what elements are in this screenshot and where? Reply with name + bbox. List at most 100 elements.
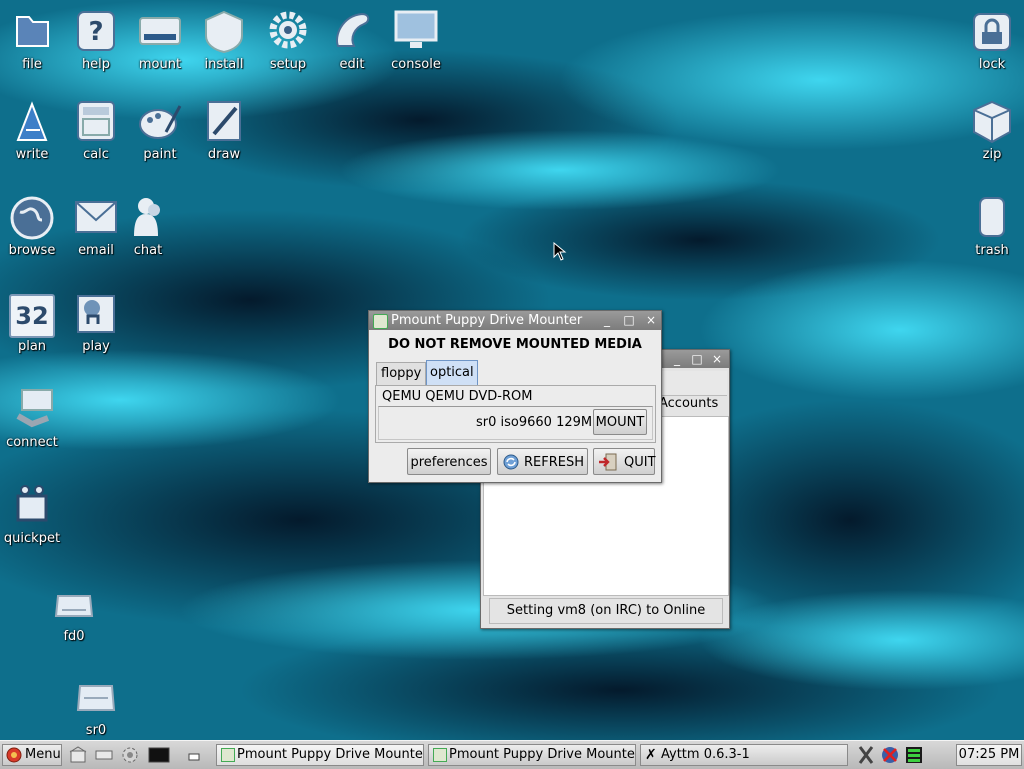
gear-icon bbox=[269, 11, 307, 49]
install-icon bbox=[205, 10, 243, 54]
desktop-icon-play[interactable]: play bbox=[64, 290, 128, 354]
exit-door-icon bbox=[599, 453, 617, 471]
paint-palette-icon bbox=[139, 105, 182, 139]
refresh-icon bbox=[503, 454, 519, 470]
lock-icon bbox=[973, 13, 1011, 51]
mount-button[interactable]: MOUNT bbox=[593, 409, 647, 435]
optical-tab-panel: QEMU QEMU DVD-ROM sr0 iso9660 129M MOUNT bbox=[375, 385, 656, 443]
desktop-icon-console[interactable]: console bbox=[384, 8, 448, 72]
desktop-icon-zip[interactable]: zip bbox=[960, 98, 1024, 162]
close-icon[interactable]: × bbox=[707, 350, 727, 369]
tab-floppy[interactable]: floppy bbox=[376, 362, 427, 385]
desktop-icon-label: lock bbox=[978, 57, 1006, 72]
optical-drive-icon bbox=[76, 685, 116, 711]
pmount-task-icon bbox=[221, 748, 235, 762]
task-label: Pmount Puppy Drive Mounter bbox=[449, 747, 636, 762]
desktop-icon-label: setup bbox=[269, 57, 307, 72]
pmount-window: Pmount Puppy Drive Mounter _ □ × DO NOT … bbox=[368, 310, 662, 483]
calendar-icon: 32 bbox=[9, 294, 55, 338]
tray-ayttm-icon[interactable] bbox=[856, 745, 876, 765]
desktop-icon-label: zip bbox=[982, 147, 1002, 162]
task-button-ayttm[interactable]: ✗ Ayttm 0.6.3-1 bbox=[640, 744, 848, 766]
desktop-icon-setup[interactable]: setup bbox=[256, 8, 320, 72]
globe-icon bbox=[10, 196, 54, 240]
desktop-icon-label: calc bbox=[83, 147, 109, 162]
monitor-icon bbox=[394, 10, 438, 48]
show-desktop-icon[interactable] bbox=[184, 745, 204, 765]
menu-button[interactable]: Menu bbox=[2, 744, 62, 766]
desktop-icon-calc[interactable]: calc bbox=[64, 98, 128, 162]
task-label: Ayttm 0.6.3-1 bbox=[661, 747, 750, 762]
drive-row: sr0 iso9660 129M MOUNT bbox=[378, 406, 653, 440]
calculator-icon bbox=[77, 101, 115, 141]
desktop-icon-write[interactable]: write bbox=[0, 98, 64, 162]
refresh-label: REFRESH bbox=[524, 455, 584, 470]
minimize-icon[interactable]: _ bbox=[597, 311, 617, 330]
desktop-icon-label: paint bbox=[143, 147, 177, 162]
maximize-icon[interactable]: □ bbox=[687, 350, 707, 369]
tab-optical[interactable]: optical bbox=[426, 360, 478, 385]
desktop-icon-label: play bbox=[82, 339, 110, 354]
email-icon bbox=[75, 201, 117, 233]
desktop-icon-label: sr0 bbox=[85, 723, 107, 738]
desktop-icon-label: edit bbox=[339, 57, 365, 72]
ayttm-accounts-tab[interactable]: Accounts bbox=[659, 394, 718, 414]
minimize-icon[interactable]: _ bbox=[667, 350, 687, 369]
maximize-icon[interactable]: □ bbox=[619, 311, 639, 330]
desktop-icon-trash[interactable]: trash bbox=[960, 194, 1024, 258]
desktop-icon-label: fd0 bbox=[63, 629, 85, 644]
clock[interactable]: 07:25 PM bbox=[956, 744, 1022, 766]
desktop-icon-connect[interactable]: connect bbox=[0, 386, 64, 450]
desktop-icon-help[interactable]: ? help bbox=[64, 8, 128, 72]
desktop-icon-label: plan bbox=[17, 339, 47, 354]
task-button-pmount-2[interactable]: Pmount Puppy Drive Mounter bbox=[428, 744, 636, 766]
desktop-icon-label: console bbox=[391, 57, 441, 72]
desktop-icon-paint[interactable]: paint bbox=[128, 98, 192, 162]
task-label: Pmount Puppy Drive Mounter bbox=[237, 747, 424, 762]
desktop-icon-edit[interactable]: edit bbox=[320, 8, 384, 72]
chat-icon bbox=[134, 198, 160, 236]
taskbar: Menu Pmount Puppy Drive Mounter Pmount P… bbox=[0, 740, 1024, 769]
quicklaunch-settings-icon[interactable] bbox=[120, 745, 140, 765]
ayttm-status-bar: Setting vm8 (on IRC) to Online bbox=[489, 598, 723, 624]
desktop-icon-label: mount bbox=[138, 57, 182, 72]
desktop: file write browse 32 plan connect quickp… bbox=[0, 0, 1024, 740]
pmount-warning: DO NOT REMOVE MOUNTED MEDIA bbox=[388, 337, 642, 352]
refresh-button[interactable]: REFRESH bbox=[497, 448, 588, 475]
quicklaunch-home-icon[interactable] bbox=[68, 745, 88, 765]
drive-info: sr0 iso9660 129M bbox=[476, 415, 593, 430]
desktop-icon-install[interactable]: install bbox=[192, 8, 256, 72]
desktop-icon-browse[interactable]: browse bbox=[0, 194, 64, 258]
close-icon[interactable]: × bbox=[641, 311, 661, 330]
pmount-app-icon bbox=[373, 314, 388, 329]
svg-text:?: ? bbox=[88, 17, 103, 47]
quit-button[interactable]: QUIT bbox=[593, 448, 656, 475]
draw-icon bbox=[207, 101, 241, 141]
pmount-task-icon bbox=[433, 748, 447, 762]
quicklaunch-drive-icon[interactable] bbox=[94, 745, 114, 765]
desktop-icon-fd0[interactable]: fd0 bbox=[42, 580, 106, 644]
preferences-button[interactable]: preferences bbox=[407, 448, 491, 475]
desktop-icon-quickpet[interactable]: quickpet bbox=[0, 482, 64, 546]
desktop-icon-sr0[interactable]: sr0 bbox=[64, 674, 128, 738]
ayttm-task-icon: ✗ bbox=[645, 747, 657, 763]
desktop-icon-chat[interactable]: chat bbox=[116, 194, 180, 258]
drive-name: QEMU QEMU DVD-ROM bbox=[382, 389, 533, 404]
desktop-icon-plan[interactable]: 32 plan bbox=[0, 290, 64, 354]
quicklaunch-console-icon[interactable] bbox=[148, 745, 170, 765]
desktop-icon-label: chat bbox=[133, 243, 163, 258]
puppy-menu-icon bbox=[6, 747, 22, 763]
desktop-icon-lock[interactable]: lock bbox=[960, 8, 1024, 72]
mount-icon bbox=[139, 17, 181, 45]
quickpet-icon bbox=[16, 485, 48, 522]
task-button-pmount-1[interactable]: Pmount Puppy Drive Mounter bbox=[216, 744, 424, 766]
desktop-icon-label: file bbox=[22, 57, 42, 72]
desktop-icon-draw[interactable]: draw bbox=[192, 98, 256, 162]
desktop-icon-label: install bbox=[204, 57, 244, 72]
write-icon bbox=[16, 101, 48, 141]
desktop-icon-file[interactable]: file bbox=[0, 8, 64, 72]
desktop-icon-mount[interactable]: mount bbox=[128, 8, 192, 72]
tray-network-disconnected-icon[interactable] bbox=[880, 745, 900, 765]
pmount-titlebar[interactable]: Pmount Puppy Drive Mounter _ □ × bbox=[369, 311, 661, 330]
tray-battery-icon[interactable] bbox=[904, 745, 924, 765]
